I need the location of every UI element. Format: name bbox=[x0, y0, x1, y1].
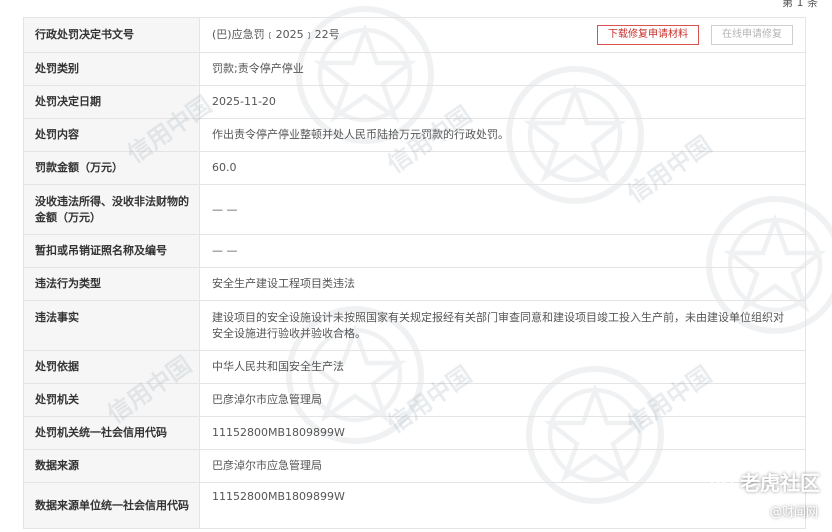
table-row: 数据来源单位统一社会信用代码 11152800MB1809899W bbox=[23, 482, 806, 529]
row-value: 安全生产建设工程项目类违法 bbox=[199, 267, 806, 301]
row-label: 处罚决定日期 bbox=[23, 85, 200, 119]
table-row: 违法事实 建设项目的安全设施设计未按照国家有关规定报经有关部门审查同意和建设项目… bbox=[23, 300, 806, 351]
table-row: 没收违法所得、没收非法财物的金额（万元） — — bbox=[23, 184, 806, 235]
online-repair-button[interactable]: 在线申请修复 bbox=[711, 25, 793, 45]
brand-watermark: 老虎社区 bbox=[710, 467, 820, 496]
table-row: 罚款金额（万元） 60.0 bbox=[23, 151, 806, 185]
download-repair-materials-button[interactable]: 下载修复申请材料 bbox=[597, 25, 699, 45]
row-label: 违法事实 bbox=[23, 300, 200, 351]
row-label: 没收违法所得、没收非法财物的金额（万元） bbox=[23, 184, 200, 235]
table-row: 处罚内容 作出责令停产停业整顿并处人民币陆拾万元罚款的行政处罚。 bbox=[23, 118, 806, 152]
brand-name: 老虎社区 bbox=[740, 471, 820, 495]
row-value: 2025-11-20 bbox=[199, 85, 806, 119]
row-value: 罚款;责令停产停业 bbox=[199, 52, 806, 86]
table-row: 处罚类别 罚款;责令停产停业 bbox=[23, 52, 806, 86]
row-label: 罚款金额（万元） bbox=[23, 151, 200, 185]
row-value: — — bbox=[199, 184, 806, 235]
row-label: 处罚依据 bbox=[23, 350, 200, 384]
row-value: 60.0 bbox=[199, 151, 806, 185]
row-value: 中华人民共和国安全生产法 bbox=[199, 350, 806, 384]
row-label: 处罚类别 bbox=[23, 52, 200, 86]
row-label: 处罚机关统一社会信用代码 bbox=[23, 416, 200, 450]
table-row: 处罚机关统一社会信用代码 11152800MB1809899W bbox=[23, 416, 806, 450]
row-value: — — bbox=[199, 234, 806, 268]
row-label: 违法行为类型 bbox=[23, 267, 200, 301]
row-label: 数据来源 bbox=[23, 449, 200, 483]
row-label: 暂扣或吊销证照名称及编号 bbox=[23, 234, 200, 268]
record-count: 第 1 条 bbox=[782, 0, 818, 9]
table-row: 处罚机关 巴彦淖尔市应急管理局 bbox=[23, 383, 806, 417]
table-row: 数据来源 巴彦淖尔市应急管理局 bbox=[23, 449, 806, 483]
row-label: 数据来源单位统一社会信用代码 bbox=[23, 482, 200, 529]
repair-button-group: 下载修复申请材料 在线申请修复 bbox=[597, 25, 793, 45]
row-value: 11152800MB1809899W bbox=[199, 416, 806, 450]
table-row: 处罚依据 中华人民共和国安全生产法 bbox=[23, 350, 806, 384]
table-row: 行政处罚决定书文号 (巴)应急罚﹝2025﹞22号 下载修复申请材料 在线申请修… bbox=[23, 17, 806, 53]
row-value: 建设项目的安全设施设计未按照国家有关规定报经有关部门审查同意和建设项目竣工投入生… bbox=[199, 300, 806, 351]
tiger-community-logo-icon bbox=[711, 470, 733, 493]
row-value: 作出责令停产停业整顿并处人民币陆拾万元罚款的行政处罚。 bbox=[199, 118, 806, 152]
row-label: 处罚内容 bbox=[23, 118, 200, 152]
table-row: 处罚决定日期 2025-11-20 bbox=[23, 85, 806, 119]
page: 第 1 条 行政处罚决定书文号 (巴)应急罚﹝2025﹞22号 下载修复申请材料… bbox=[0, 0, 832, 532]
table-row: 暂扣或吊销证照名称及编号 — — bbox=[23, 234, 806, 268]
row-label: 行政处罚决定书文号 bbox=[23, 17, 200, 53]
row-label: 处罚机关 bbox=[23, 383, 200, 417]
penalty-detail-table: 行政处罚决定书文号 (巴)应急罚﹝2025﹞22号 下载修复申请材料 在线申请修… bbox=[23, 17, 806, 529]
decision-number: (巴)应急罚﹝2025﹞22号 bbox=[212, 28, 340, 41]
row-value: 巴彦淖尔市应急管理局 bbox=[199, 383, 806, 417]
table-row: 违法行为类型 安全生产建设工程项目类违法 bbox=[23, 267, 806, 301]
row-value: (巴)应急罚﹝2025﹞22号 下载修复申请材料 在线申请修复 bbox=[199, 17, 806, 53]
source-tag: @财闻网 bbox=[769, 505, 818, 519]
